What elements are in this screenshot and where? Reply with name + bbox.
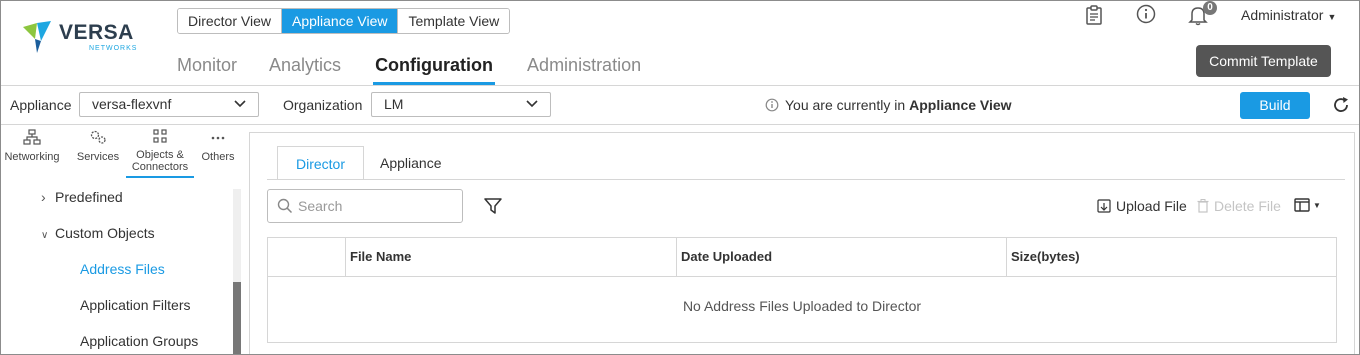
delete-file-label: Delete File — [1214, 198, 1281, 214]
sidebar-scrollbar-thumb[interactable] — [233, 282, 241, 354]
search-icon — [277, 198, 293, 214]
commit-template-button[interactable]: Commit Template — [1196, 45, 1331, 77]
tree-item-label: Predefined — [55, 189, 123, 205]
column-header-file-name[interactable]: File Name — [345, 238, 676, 276]
sidebar-tab-objects-connectors[interactable]: Objects & Connectors — [126, 129, 194, 178]
sidebar-tab-others[interactable]: Others — [197, 129, 239, 163]
chevron-right-icon: › — [41, 189, 46, 205]
chevron-down-icon — [234, 100, 246, 108]
sidebar-tab-label: Services — [76, 151, 120, 163]
main-nav: Monitor Analytics Configuration Administ… — [177, 53, 673, 85]
tab-director[interactable]: Director — [277, 146, 365, 180]
versa-logo[interactable]: VERSA NETWORKS — [21, 19, 141, 59]
sidebar: Networking Services Objects & Connectors… — [1, 125, 241, 354]
tab-divider — [267, 179, 1345, 180]
nav-configuration[interactable]: Configuration — [373, 53, 496, 85]
chevron-down-icon — [526, 100, 538, 108]
search-box — [267, 189, 463, 223]
objects-grid-icon — [153, 129, 167, 143]
network-icon — [23, 129, 41, 145]
notification-badge: 0 — [1203, 1, 1217, 15]
caret-down-icon: ▼ — [1327, 12, 1337, 22]
sidebar-tab-label: Objects & Connectors — [131, 149, 189, 173]
chevron-down-icon: ∨ — [41, 230, 49, 241]
filter-icon[interactable] — [484, 198, 502, 214]
info-prefix: You are currently in — [785, 97, 906, 113]
organization-select[interactable]: LM — [371, 92, 551, 117]
trash-icon — [1197, 199, 1209, 213]
tab-appliance[interactable]: Appliance — [362, 146, 460, 180]
info-circle-icon — [765, 98, 779, 112]
address-files-table: File Name Date Uploaded Size(bytes) No A… — [267, 237, 1337, 343]
organization-select-value: LM — [384, 96, 404, 112]
tree-item-address-files[interactable]: Address Files — [80, 261, 165, 277]
sidebar-tab-networking[interactable]: Networking — [3, 129, 61, 163]
appliance-view-button[interactable]: Appliance View — [282, 9, 399, 33]
appliance-select-value: versa-flexvnf — [92, 96, 172, 112]
appliance-select[interactable]: versa-flexvnf — [79, 92, 259, 117]
view-info-message: You are currently in Appliance View — [765, 97, 1012, 113]
empty-table-message: No Address Files Uploaded to Director — [682, 298, 922, 314]
column-chooser-button[interactable]: ▼ — [1294, 198, 1321, 212]
template-view-button[interactable]: Template View — [398, 9, 510, 33]
sidebar-tab-services[interactable]: Services — [73, 129, 123, 163]
header-divider — [1, 85, 1359, 86]
columns-icon — [1294, 198, 1310, 212]
tree-item-predefined[interactable]: › Predefined — [41, 189, 123, 205]
nav-analytics[interactable]: Analytics — [269, 53, 341, 85]
app-window: VERSA NETWORKS Director View Appliance V… — [0, 0, 1360, 355]
versa-logo-mark — [23, 21, 51, 53]
table-header-row: File Name Date Uploaded Size(bytes) — [268, 238, 1336, 277]
tree-item-label: Custom Objects — [55, 225, 155, 241]
user-name: Administrator — [1241, 7, 1324, 23]
appliance-label: Appliance — [10, 97, 72, 113]
view-switch: Director View Appliance View Template Vi… — [177, 8, 511, 34]
clipboard-icon[interactable] — [1083, 4, 1105, 26]
gears-icon — [90, 130, 106, 144]
upload-file-label: Upload File — [1116, 198, 1187, 214]
brand-name: VERSA — [59, 21, 134, 44]
column-header-date-uploaded[interactable]: Date Uploaded — [676, 238, 1006, 276]
tree-item-application-groups[interactable]: Application Groups — [80, 333, 198, 349]
caret-down-icon: ▼ — [1313, 200, 1321, 210]
organization-label: Organization — [283, 97, 363, 113]
delete-file-button[interactable]: Delete File — [1197, 198, 1281, 214]
build-button[interactable]: Build — [1240, 92, 1310, 119]
search-input[interactable] — [298, 198, 448, 214]
upload-icon — [1097, 199, 1111, 213]
user-menu[interactable]: Administrator ▼ — [1241, 7, 1336, 23]
upload-file-button[interactable]: Upload File — [1097, 198, 1187, 214]
nav-administration[interactable]: Administration — [527, 53, 641, 85]
tree-item-custom-objects[interactable]: ∨ Custom Objects — [41, 225, 155, 241]
more-dots-icon — [211, 136, 225, 140]
brand-sub: NETWORKS — [89, 45, 138, 52]
refresh-icon[interactable] — [1331, 95, 1351, 115]
director-view-button[interactable]: Director View — [178, 9, 282, 33]
tree-item-application-filters[interactable]: Application Filters — [80, 297, 191, 313]
sidebar-tab-label: Networking — [4, 151, 60, 163]
nav-monitor[interactable]: Monitor — [177, 53, 237, 85]
info-view-name: Appliance View — [909, 97, 1012, 113]
info-icon[interactable] — [1135, 3, 1157, 25]
sidebar-tab-label: Others — [201, 151, 235, 163]
column-header-size[interactable]: Size(bytes) — [1006, 238, 1336, 276]
